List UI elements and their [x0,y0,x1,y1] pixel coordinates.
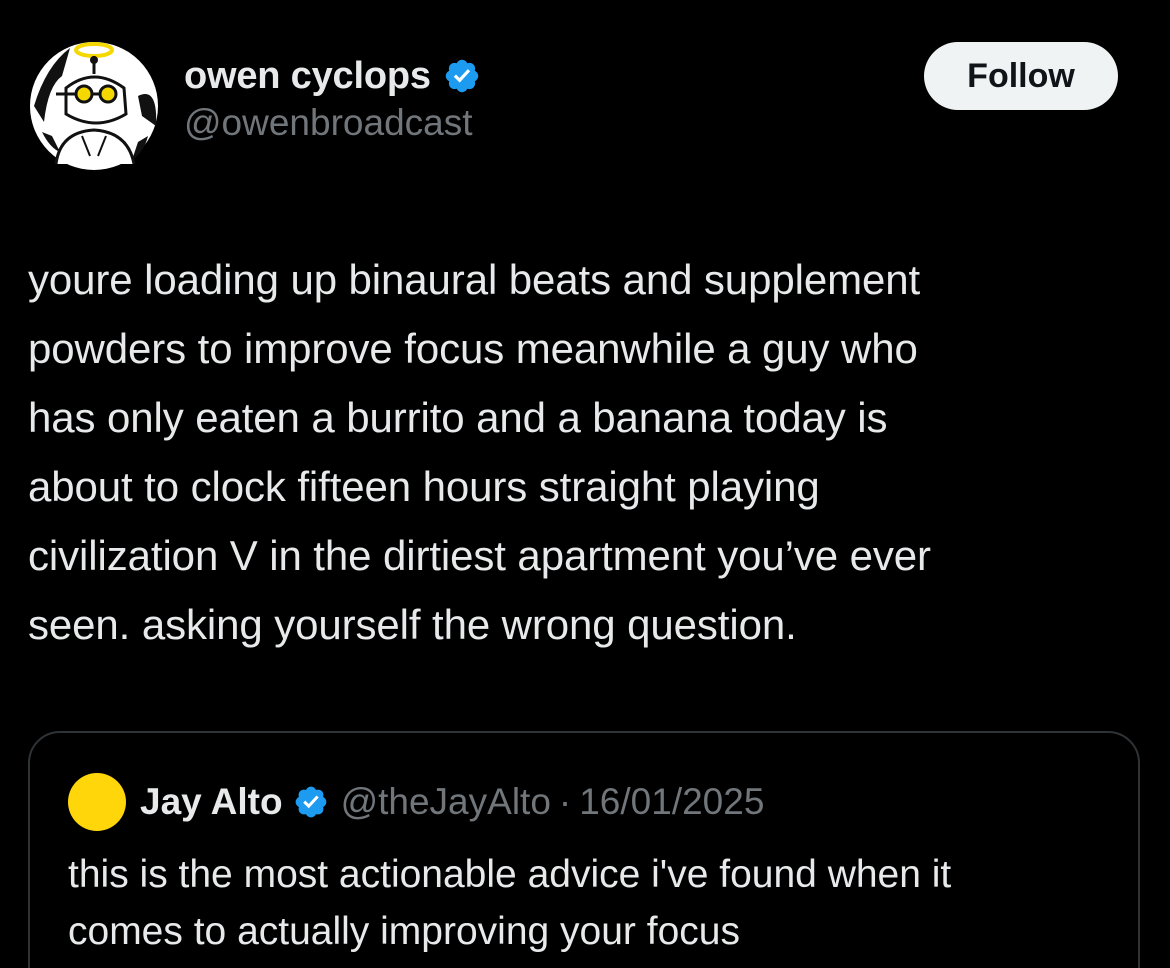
quoted-tweet-text: this is the most actionable advice i've … [68,853,952,953]
quoted-tweet-date: 16/01/2025 [579,781,765,822]
verified-badge-icon [295,786,326,818]
quoted-tweet[interactable]: Jay Alto @theJayAlto · 16/01/2025 this i… [28,731,1140,968]
follow-button[interactable]: Follow [924,42,1118,110]
author-info: owen cyclops @owenbroadcast [184,52,481,144]
quoted-author-name: Jay Alto [140,781,283,822]
quoted-tweet-header: Jay Alto @theJayAlto · 16/01/2025 [68,773,765,831]
author-handle[interactable]: @owenbroadcast [184,102,481,144]
quoted-author-avatar[interactable] [68,773,126,831]
author-avatar[interactable] [26,36,162,172]
separator-dot: · [558,781,572,822]
author-display-name[interactable]: owen cyclops [184,55,431,98]
tweet-text: youre loading up binaural beats and supp… [28,256,931,648]
tweet: owen cyclops @owenbroadcast Follow youre… [0,0,1170,968]
quoted-author-handle: @theJayAlto [340,781,551,822]
avatar-illustration-icon [30,42,158,170]
author-name-row: owen cyclops [184,52,481,100]
verified-badge-icon [445,59,479,93]
